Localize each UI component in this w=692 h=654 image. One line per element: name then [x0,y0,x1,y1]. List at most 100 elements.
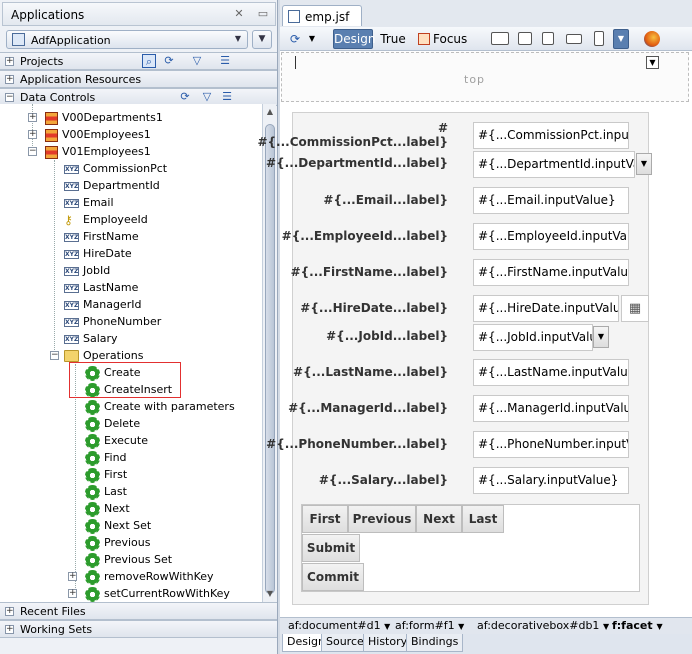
first-button[interactable]: First [302,505,348,533]
commit-button[interactable]: Commit [302,563,364,591]
true-mode-button[interactable]: True [376,29,410,49]
expand-icon[interactable]: + [28,130,37,139]
collapse-icon[interactable]: − [28,147,37,156]
tree-item-attribute[interactable]: XYZ CommissionPct [64,160,167,177]
tab-bindings[interactable]: Bindings [406,634,464,652]
tree-item-operation[interactable]: Last [85,483,127,500]
refresh-icon[interactable]: ⟳ [284,29,306,49]
tree-item-operation[interactable]: Delete [85,415,140,432]
tree-item-operation[interactable]: Next Set [85,517,151,534]
desktop-preview-icon[interactable] [491,32,509,45]
tree-item-vo[interactable]: − V01Employees1 [28,143,151,160]
tree-item-attribute[interactable]: XYZ HireDate [64,245,132,262]
collapse-icon[interactable]: − [50,351,59,360]
top-facet[interactable]: top ▼ [281,52,689,102]
sync-icon[interactable]: ⟳ [162,54,176,68]
phone-landscape-icon[interactable] [566,34,582,44]
tree-item-vo[interactable]: + V00Employees1 [28,126,151,143]
calendar-icon[interactable]: ▦ [621,295,649,322]
expand-icon[interactable]: + [68,589,77,598]
tree-item-attribute[interactable]: XYZ PhoneNumber [64,313,161,330]
input-managerid[interactable]: #{...ManagerId.inputValue} [473,395,629,422]
recent-files-section[interactable]: + Recent Files [0,602,277,620]
expand-icon[interactable]: + [28,113,37,122]
tree-item-operation[interactable]: Previous [85,534,151,551]
application-resources-section[interactable]: + Application Resources [0,70,277,88]
tree-item-attribute[interactable]: XYZ Salary [64,330,118,347]
input-hiredate[interactable]: #{...HireDate.inputValue} [473,295,619,322]
projects-section[interactable]: + Projects ⌕ ⟳ ▽ ☰ [0,52,277,70]
application-menu-button[interactable]: ▼ [252,30,272,49]
dropdown-arrow-icon[interactable]: ▼ [593,326,609,348]
input-employeeid[interactable]: #{...EmployeeId.inputValue} [473,223,629,250]
tree-item-attribute[interactable]: XYZ LastName [64,279,138,296]
expand-icon[interactable]: + [5,57,14,66]
tree-item-attribute[interactable]: XYZ DepartmentId [64,177,160,194]
tree-item-operation[interactable]: Execute [85,432,148,449]
last-button[interactable]: Last [462,505,504,533]
firefox-icon[interactable] [644,31,660,47]
expand-icon[interactable]: + [5,607,14,616]
input-salary[interactable]: #{...Salary.inputValue} [473,467,629,494]
view-options-icon[interactable]: ☰ [218,54,232,68]
tree-item-attribute[interactable]: ⚷ EmployeeId [64,211,148,228]
scroll-thumb[interactable] [265,124,275,594]
expand-icon[interactable]: + [68,572,77,581]
tablet-preview-icon[interactable] [518,32,532,45]
scroll-down-icon[interactable]: ▼ [264,588,276,600]
application-selector[interactable]: AdfApplication ▼ [6,30,248,49]
tab-history[interactable]: History [363,634,413,652]
tree-item-vo[interactable]: + V00Departments1 [28,109,163,126]
focus-button[interactable]: Focus [432,29,472,49]
breadcrumb-facet[interactable]: f:facet ▼ [612,619,663,632]
input-email[interactable]: #{...Email.inputValue} [473,187,629,214]
close-icon[interactable]: ✕ [233,8,245,20]
tree-item-attribute[interactable]: XYZ JobId [64,262,110,279]
tree-item-operation[interactable]: + removeRowWithKey [68,568,214,585]
filter-icon[interactable]: ▽ [200,90,214,104]
tree-item-attribute[interactable]: XYZ ManagerId [64,296,141,313]
tree-item-attribute[interactable]: XYZ FirstName [64,228,139,245]
input-phonenumber[interactable]: #{...PhoneNumber.inputValue} [473,431,629,458]
tree-item-operation[interactable]: Previous Set [85,551,172,568]
expand-icon[interactable]: + [5,625,14,634]
working-sets-section[interactable]: + Working Sets [0,620,277,638]
view-options-icon[interactable]: ☰ [220,90,234,104]
tablet-portrait-icon[interactable] [542,32,554,45]
tree-item-operation[interactable]: + setCurrentRowWithKey [68,585,230,602]
collapse-icon[interactable]: − [5,93,14,102]
tree-item-attribute[interactable]: XYZ Email [64,194,114,211]
scroll-up-icon[interactable]: ▲ [264,106,276,118]
breadcrumb-decorativebox[interactable]: af:decorativebox#db1 ▼ [477,619,609,632]
tree-item-operation[interactable]: Find [85,449,127,466]
search-icon[interactable]: ⌕ [142,54,156,68]
select-departmentid[interactable]: #{...DepartmentId.inputValue} [473,151,635,178]
breadcrumb-form[interactable]: af:form#f1 ▼ [395,619,464,632]
tree-scrollbar[interactable]: ▲ ▼ [262,104,276,602]
tree-item-operation[interactable]: Next [85,500,130,517]
input-commissionpct[interactable]: #{...CommissionPct.inputValue} [473,122,629,149]
phone-portrait-icon[interactable] [594,31,604,46]
tree-item-operation[interactable]: Create with parameters [85,398,235,415]
facet-menu-icon[interactable]: ▼ [646,56,659,69]
minimize-icon[interactable]: ▭ [257,8,269,20]
expand-icon[interactable]: + [5,75,14,84]
input-lastname[interactable]: #{...LastName.inputValue} [473,359,629,386]
breadcrumb-document[interactable]: af:document#d1 ▼ [288,619,390,632]
tree-item-operation[interactable]: First [85,466,127,483]
refresh-icon[interactable]: ⟳ [178,90,192,104]
tab-source[interactable]: Source [321,634,369,652]
dropdown-arrow-icon[interactable]: ▼ [636,153,652,175]
application-resources-label: Application Resources [20,73,142,86]
next-button[interactable]: Next [416,505,462,533]
input-firstname[interactable]: #{...FirstName.inputValue} [473,259,629,286]
select-jobid[interactable]: #{...JobId.inputValue} [473,324,593,351]
device-menu-button[interactable]: ▼ [613,29,629,49]
editor-tab-emp-jsf[interactable]: emp.jsf [282,5,362,26]
previous-button[interactable]: Previous [348,505,416,533]
design-mode-button[interactable]: Design [333,29,375,49]
chevron-down-icon[interactable]: ▼ [306,29,318,49]
filter-icon[interactable]: ▽ [190,54,204,68]
folder-icon [64,350,79,362]
submit-button[interactable]: Submit [302,534,360,562]
